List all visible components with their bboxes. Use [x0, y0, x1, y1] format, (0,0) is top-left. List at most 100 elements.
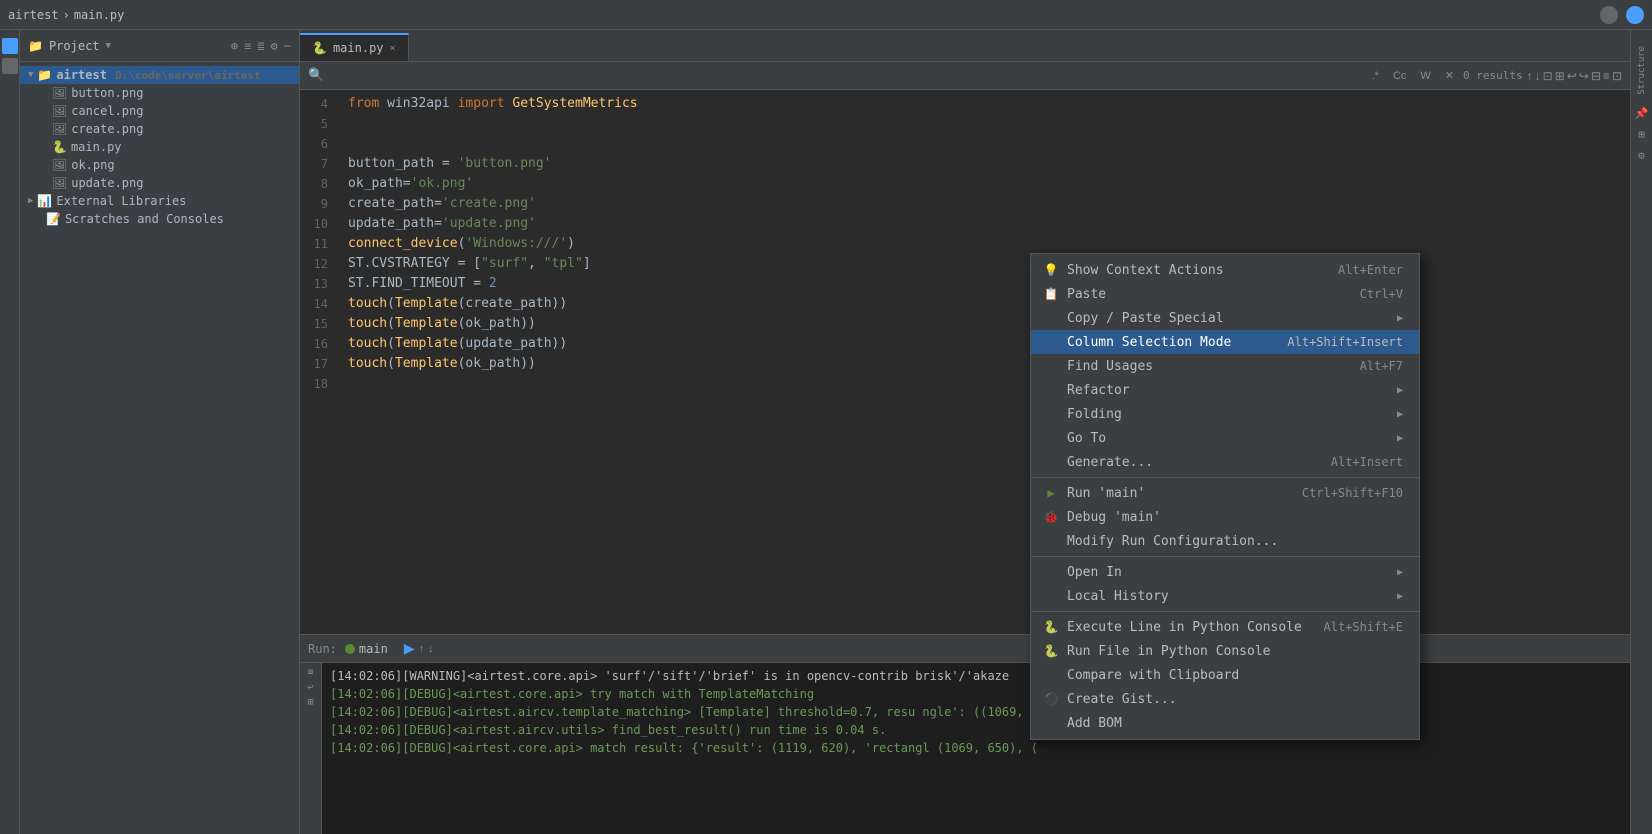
search-options: .* Cc W ✕ 0 results ↑ ↓ ⊡ ⊞ ↩ ↪ ⊟ ≡ ⊡	[1367, 67, 1622, 84]
top-bar-right	[1600, 6, 1644, 24]
word-button[interactable]: W	[1415, 68, 1435, 84]
menu-item-copy-paste-special[interactable]: Copy / Paste Special ▶	[1031, 306, 1419, 330]
menu-item-open-in[interactable]: Open In ▶	[1031, 560, 1419, 584]
tree-item-ok-png[interactable]: 🖼 ok.png	[20, 156, 299, 174]
code-line-10: 10 update_path='update.png'	[300, 214, 1630, 234]
menu-item-local-history[interactable]: Local History ▶	[1031, 584, 1419, 608]
folder-icon-airtest: 📁	[37, 68, 52, 82]
search-input[interactable]	[330, 69, 1360, 83]
structure-pin-icon[interactable]: 📌	[1635, 107, 1649, 120]
menu-item-modify-run-config[interactable]: Modify Run Configuration...	[1031, 529, 1419, 553]
tree-item-airtest-root[interactable]: ▼ 📁 airtest D:\code\server\airtest	[20, 66, 299, 84]
breadcrumb-file[interactable]: main.py	[74, 8, 125, 22]
column-select-icon	[1043, 334, 1059, 350]
tree-file-label: update.png	[71, 176, 143, 190]
search-opt1-button[interactable]: ↩	[1567, 69, 1577, 83]
tab-close-button[interactable]: ×	[390, 43, 396, 54]
menu-item-run-main[interactable]: ▶ Run 'main' Ctrl+Shift+F10	[1031, 481, 1419, 505]
menu-item-execute-line-python[interactable]: 🐍 Execute Line in Python Console Alt+Shi…	[1031, 615, 1419, 639]
run-scroll-button[interactable]: ↑	[419, 640, 425, 657]
line-number-9: 9	[300, 194, 340, 214]
search-prev-button[interactable]: ↑	[1527, 69, 1533, 83]
line-content-14: touch(Template(create_path))	[340, 294, 1630, 314]
menu-item-create-gist[interactable]: ⚫ Create Gist...	[1031, 687, 1419, 711]
structure-icon[interactable]	[2, 58, 18, 74]
project-dropdown-icon[interactable]: ▼	[106, 41, 111, 51]
search-opt4-button[interactable]: ≡	[1603, 69, 1610, 83]
settings-icon[interactable]: ⚙	[271, 39, 278, 53]
tab-main-py[interactable]: 🐍 main.py ×	[300, 33, 409, 61]
breadcrumb-airtest[interactable]: airtest	[8, 8, 59, 22]
project-panel: 📁 Project ▼ ⊕ ≡ ≣ ⚙ − ▼ 📁 airtest D:\cod…	[20, 30, 300, 834]
tree-item-scratches[interactable]: 📝 Scratches and Consoles	[20, 210, 299, 228]
menu-item-folding[interactable]: Folding ▶	[1031, 402, 1419, 426]
run-structure-icon[interactable]: ≡	[307, 667, 313, 678]
user-avatar[interactable]	[1600, 6, 1618, 24]
line-content-10: update_path='update.png'	[340, 214, 1630, 234]
file-icon-png: 🖼	[52, 176, 67, 190]
search-filter3-button[interactable]: ⊡	[1612, 69, 1622, 83]
file-icon-png: 🖼	[52, 86, 67, 100]
line-number-13: 13	[300, 274, 340, 294]
search-filter-button[interactable]: ⊡	[1543, 69, 1553, 83]
menu-item-show-context-actions[interactable]: 💡 Show Context Actions Alt+Enter	[1031, 258, 1419, 282]
hide-panel-icon[interactable]: −	[284, 39, 291, 53]
tree-item-create-png[interactable]: 🖼 create.png	[20, 120, 299, 138]
editor-area[interactable]: 4 from win32api import GetSystemMetrics …	[300, 90, 1630, 634]
search-filter2-button[interactable]: ⊞	[1555, 69, 1565, 83]
structure-expand-icon[interactable]: ⊞	[1638, 128, 1645, 141]
tree-item-external-libs[interactable]: ▶ 📊 External Libraries	[20, 192, 299, 210]
tree-item-update-png[interactable]: 🖼 update.png	[20, 174, 299, 192]
code-line-13: 13 ST.FIND_TIMEOUT = 2	[300, 274, 1630, 294]
menu-item-generate[interactable]: Generate... Alt+Insert	[1031, 450, 1419, 474]
menu-item-debug-main[interactable]: 🐞 Debug 'main'	[1031, 505, 1419, 529]
line-content-6	[340, 134, 1630, 154]
menu-item-goto[interactable]: Go To ▶	[1031, 426, 1419, 450]
run-clear-icon[interactable]: ⊞	[307, 697, 313, 708]
expand-icon[interactable]: ≡	[244, 39, 251, 53]
menu-item-label: Refactor	[1067, 383, 1130, 398]
run-scroll-down-button[interactable]: ↓	[428, 640, 434, 657]
menu-item-find-usages[interactable]: Find Usages Alt+F7	[1031, 354, 1419, 378]
line-content-9: create_path='create.png'	[340, 194, 1630, 214]
structure-settings-icon[interactable]: ⚙	[1638, 149, 1645, 162]
bulb-icon: 💡	[1043, 262, 1059, 278]
project-tree: ▼ 📁 airtest D:\code\server\airtest 🖼 but…	[20, 62, 299, 834]
search-opt2-button[interactable]: ↪	[1579, 69, 1589, 83]
menu-item-add-bom[interactable]: Add BOM	[1031, 711, 1419, 735]
line-number-16: 16	[300, 334, 340, 354]
menu-item-compare-clipboard[interactable]: Compare with Clipboard	[1031, 663, 1419, 687]
menu-item-run-file-python[interactable]: 🐍 Run File in Python Console	[1031, 639, 1419, 663]
copy-paste-icon	[1043, 310, 1059, 326]
menu-item-column-selection[interactable]: Column Selection Mode Alt+Shift+Insert	[1031, 330, 1419, 354]
line-number-7: 7	[300, 154, 340, 174]
locate-icon[interactable]: ⊕	[231, 39, 238, 53]
tree-item-cancel-png[interactable]: 🖼 cancel.png	[20, 102, 299, 120]
file-icon-png: 🖼	[52, 158, 67, 172]
menu-item-label: Open In	[1067, 565, 1122, 580]
code-line-17: 17 touch(Template(ok_path))	[300, 354, 1630, 374]
menu-item-label: Run 'main'	[1067, 486, 1145, 501]
case-sensitive-button[interactable]: Cc	[1388, 68, 1411, 84]
regex-button[interactable]: .*	[1367, 68, 1384, 84]
tree-item-button-png[interactable]: 🖼 button.png	[20, 84, 299, 102]
menu-shortcut: Alt+Insert	[1331, 455, 1403, 469]
project-header-icons: ⊕ ≡ ≣ ⚙ −	[231, 39, 291, 53]
run-tab-main[interactable]: main	[345, 642, 388, 656]
github-icon: ⚫	[1043, 691, 1059, 707]
close-search-button[interactable]: ✕	[1440, 67, 1459, 84]
line-number-10: 10	[300, 214, 340, 234]
run-wrap-icon[interactable]: ↩	[307, 682, 313, 693]
menu-item-refactor[interactable]: Refactor ▶	[1031, 378, 1419, 402]
menu-item-paste[interactable]: 📋 Paste Ctrl+V	[1031, 282, 1419, 306]
search-next-button[interactable]: ↓	[1535, 69, 1541, 83]
tree-item-main-py[interactable]: 🐍 main.py	[20, 138, 299, 156]
search-opt3-button[interactable]: ⊟	[1591, 69, 1601, 83]
project-label: Project	[49, 39, 100, 53]
line-content-11: connect_device('Windows:///')	[340, 234, 1630, 254]
project-icon[interactable]	[2, 38, 18, 54]
collapse-icon[interactable]: ≣	[257, 39, 264, 53]
find-icon	[1043, 358, 1059, 374]
run-play-button[interactable]: ▶	[404, 640, 415, 657]
code-line-11: 11 connect_device('Windows:///')	[300, 234, 1630, 254]
